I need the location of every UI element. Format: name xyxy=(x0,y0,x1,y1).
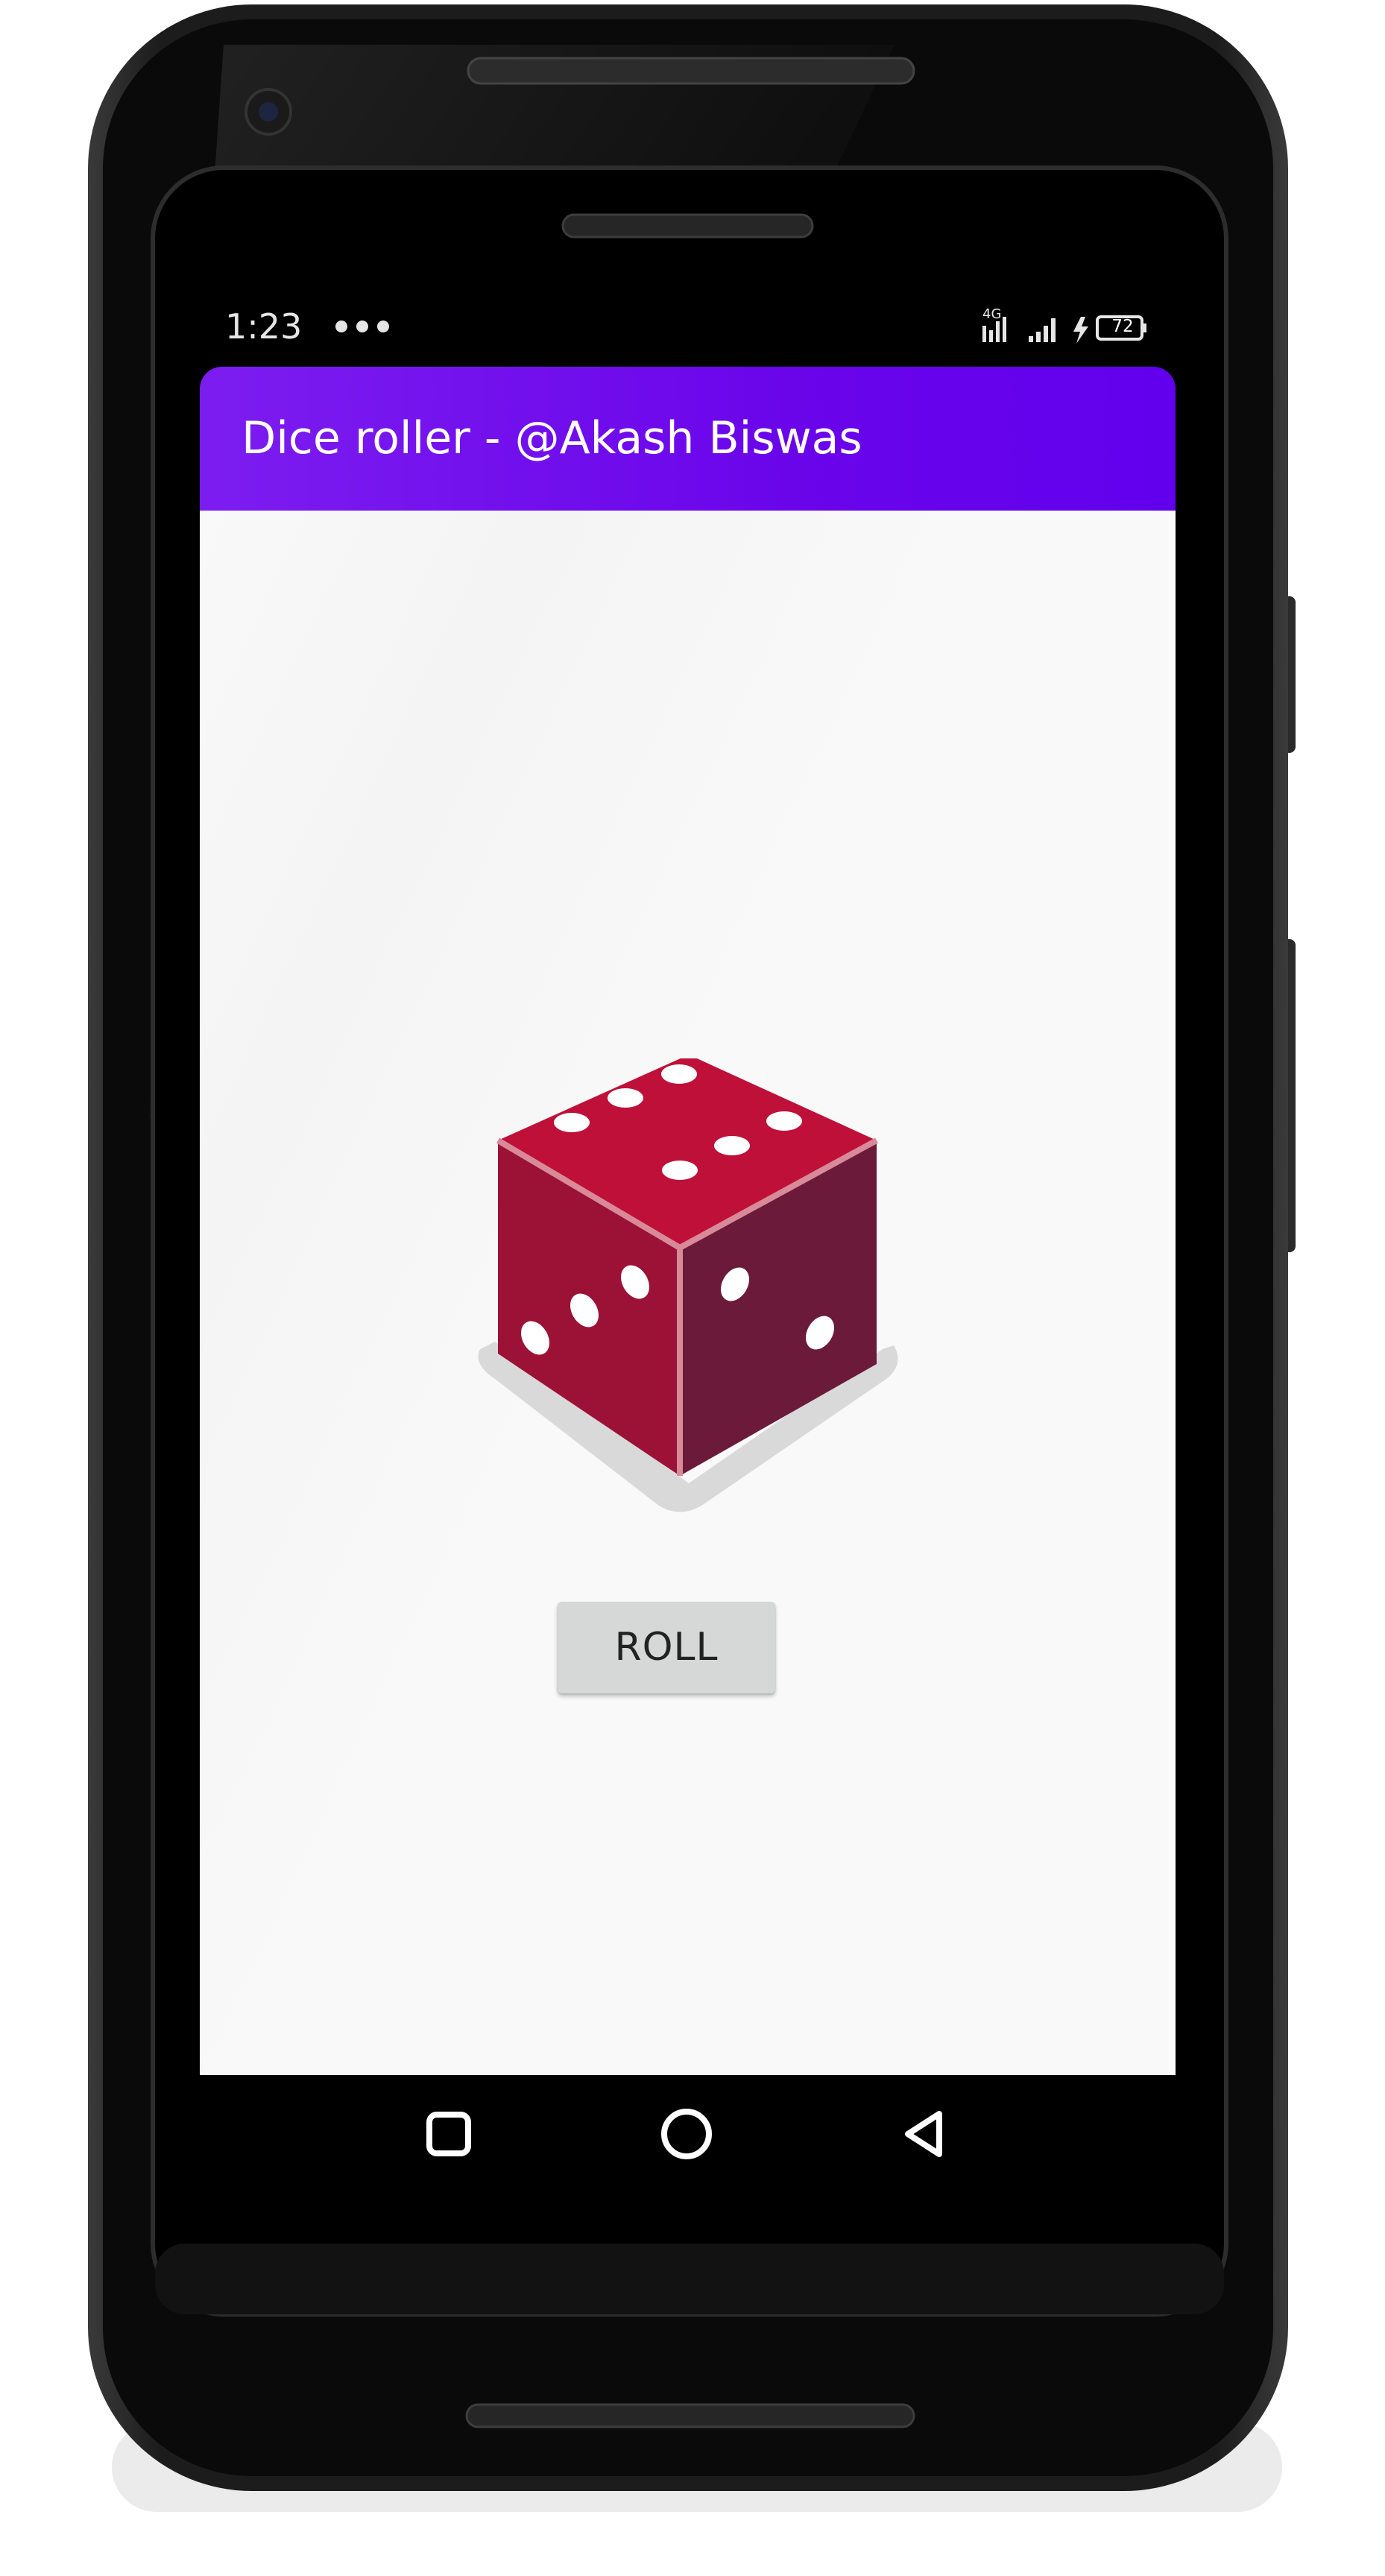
overview-square-icon[interactable] xyxy=(408,2093,490,2175)
charging-icon xyxy=(1073,317,1088,344)
signal-icon xyxy=(1029,318,1056,342)
battery-level: 72 xyxy=(1111,317,1134,336)
roll-button[interactable]: ROLL xyxy=(558,1602,775,1693)
back-triangle-icon[interactable] xyxy=(886,2093,968,2175)
svg-text:4G: 4G xyxy=(982,306,1001,322)
app-title: Dice roller - @Akash Biswas xyxy=(242,412,862,464)
status-time: 1:23 xyxy=(225,306,303,347)
home-circle-icon[interactable] xyxy=(646,2093,728,2175)
phone-mockup: 1:23 4G 72 Dice roller - @Akash Biswas R… xyxy=(0,0,1385,2576)
notification-dots-icon xyxy=(335,321,389,332)
signal-4g-icon: 4G xyxy=(982,306,1006,342)
dice-image xyxy=(478,1058,898,1512)
app-bar: Dice roller - @Akash Biswas xyxy=(200,367,1176,511)
main-content: ROLL xyxy=(200,511,1176,2075)
